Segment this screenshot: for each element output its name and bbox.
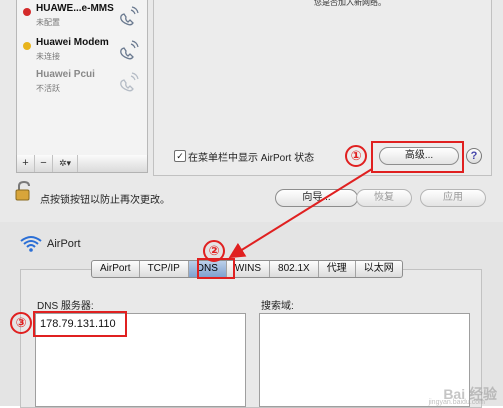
- annotation-arrow: [228, 168, 373, 259]
